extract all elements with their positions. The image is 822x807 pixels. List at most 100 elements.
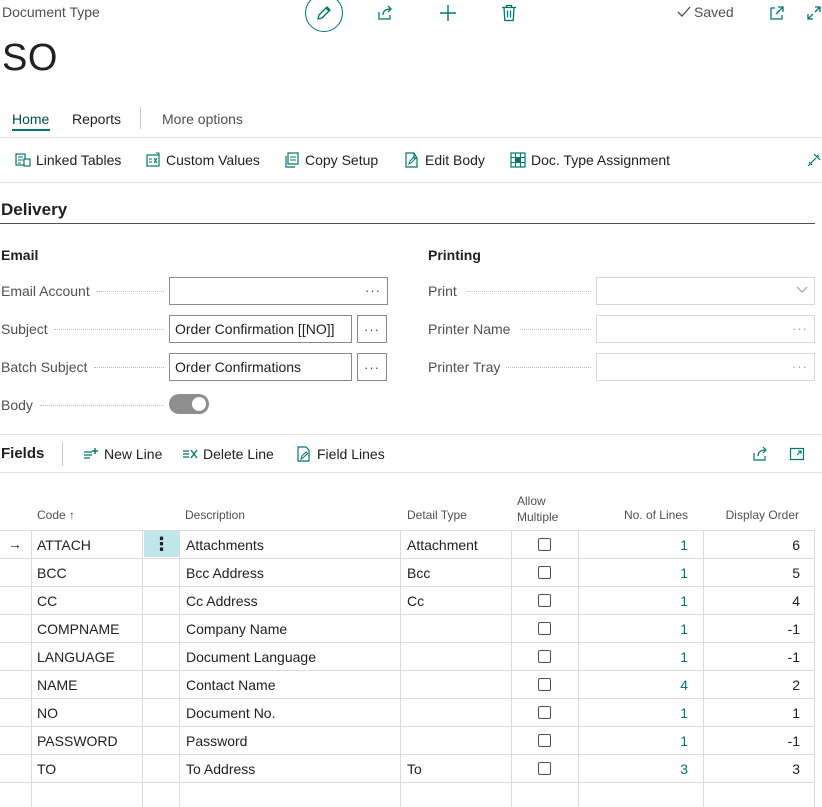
- column-header-code[interactable]: Code ↑: [37, 507, 75, 523]
- table-cell-display-order[interactable]: 1: [700, 705, 800, 721]
- table-cell-description[interactable]: Cc Address: [186, 593, 258, 609]
- body-toggle[interactable]: [169, 394, 209, 414]
- open-new-window-button[interactable]: [767, 3, 787, 23]
- fields-expand-button[interactable]: [789, 446, 805, 462]
- edit-body-button[interactable]: Edit Body: [404, 152, 485, 168]
- table-cell-code[interactable]: ATTACH: [37, 537, 91, 553]
- allow-multiple-checkbox[interactable]: [538, 762, 551, 775]
- custom-values-icon: [145, 152, 161, 168]
- table-cell-display-order[interactable]: 3: [700, 761, 800, 777]
- table-cell-description[interactable]: Document No.: [186, 705, 275, 721]
- batch-subject-field[interactable]: Order Confirmations: [169, 353, 352, 381]
- share-button[interactable]: [375, 3, 395, 23]
- personalize-button[interactable]: [806, 152, 822, 168]
- table-cell-display-order[interactable]: -1: [700, 621, 800, 637]
- column-header-detail-type[interactable]: Detail Type: [407, 507, 467, 523]
- section-title-delivery[interactable]: Delivery: [1, 200, 67, 220]
- subject-assist-button[interactable]: ···: [357, 315, 387, 343]
- printer-tray-field[interactable]: ···: [596, 353, 815, 381]
- table-cell-no-of-lines[interactable]: 1: [580, 537, 688, 553]
- table-cell-display-order[interactable]: -1: [700, 649, 800, 665]
- print-select[interactable]: [596, 277, 815, 305]
- add-button[interactable]: [438, 3, 458, 23]
- table-cell-detail-type[interactable]: Bcc: [407, 565, 430, 581]
- allow-multiple-checkbox[interactable]: [538, 650, 551, 663]
- column-header-display-order[interactable]: Display Order: [700, 507, 799, 523]
- table-cell-description[interactable]: Company Name: [186, 621, 287, 637]
- expand-button[interactable]: [804, 3, 822, 23]
- table-cell-code[interactable]: LANGUAGE: [37, 649, 115, 665]
- email-account-lookup-icon[interactable]: ···: [365, 278, 381, 304]
- table-cell-no-of-lines[interactable]: 1: [580, 565, 688, 581]
- table-cell-description[interactable]: Document Language: [186, 649, 316, 665]
- table-cell-no-of-lines[interactable]: 1: [580, 705, 688, 721]
- table-cell-display-order[interactable]: 4: [700, 593, 800, 609]
- delete-button[interactable]: [499, 3, 519, 23]
- column-header-no-of-lines[interactable]: No. of Lines: [580, 507, 688, 523]
- table-cell-no-of-lines[interactable]: 3: [580, 761, 688, 777]
- page-title: SO: [2, 37, 58, 79]
- table-cell-display-order[interactable]: 6: [700, 537, 800, 553]
- email-account-field[interactable]: ···: [169, 277, 388, 305]
- allow-multiple-checkbox[interactable]: [538, 566, 551, 579]
- allow-multiple-checkbox[interactable]: [538, 538, 551, 551]
- fields-share-button[interactable]: [752, 446, 769, 462]
- row-actions-menu[interactable]: ⋮: [144, 531, 179, 557]
- email-account-label: Email Account: [1, 283, 90, 299]
- field-lines-button[interactable]: Field Lines: [296, 446, 385, 462]
- new-line-button[interactable]: New Line: [83, 446, 162, 462]
- doc-type-assignment-button[interactable]: Doc. Type Assignment: [510, 152, 670, 168]
- table-cell-description[interactable]: Attachments: [186, 537, 264, 553]
- column-header-allow-multiple[interactable]: Allow Multiple: [517, 493, 558, 525]
- table-cell-display-order[interactable]: 2: [700, 677, 800, 693]
- table-cell-display-order[interactable]: -1: [700, 733, 800, 749]
- allow-multiple-checkbox[interactable]: [538, 594, 551, 607]
- printer-tray-lookup-icon[interactable]: ···: [792, 354, 808, 380]
- linked-tables-button[interactable]: Linked Tables: [15, 152, 121, 168]
- table-cell-description[interactable]: Contact Name: [186, 677, 275, 693]
- table-cell-no-of-lines[interactable]: 1: [580, 593, 688, 609]
- table-cell-no-of-lines[interactable]: 4: [580, 677, 688, 693]
- table-cell-description[interactable]: To Address: [186, 761, 255, 777]
- table-cell-code[interactable]: BCC: [37, 565, 67, 581]
- allow-multiple-checkbox[interactable]: [538, 734, 551, 747]
- tab-reports[interactable]: Reports: [72, 111, 121, 127]
- tab-more-options[interactable]: More options: [162, 111, 243, 127]
- table-cell-description[interactable]: Password: [186, 733, 247, 749]
- chevron-down-icon: [796, 286, 808, 294]
- allow-multiple-checkbox[interactable]: [538, 678, 551, 691]
- delete-line-button[interactable]: Delete Line: [182, 446, 274, 462]
- subject-field[interactable]: Order Confirmation [[NO]]: [169, 315, 352, 343]
- expand-icon: [789, 446, 805, 462]
- table-cell-code[interactable]: NAME: [37, 677, 77, 693]
- table-cell-no-of-lines[interactable]: 1: [580, 649, 688, 665]
- tab-home[interactable]: Home: [12, 111, 49, 127]
- current-row-indicator: →: [8, 536, 22, 552]
- table-cell-detail-type[interactable]: Cc: [407, 593, 424, 609]
- printer-name-field[interactable]: ···: [596, 315, 815, 343]
- printer-name-lookup-icon[interactable]: ···: [792, 316, 808, 342]
- table-cell-no-of-lines[interactable]: 1: [580, 733, 688, 749]
- table-cell-no-of-lines[interactable]: 1: [580, 621, 688, 637]
- copy-setup-button[interactable]: Copy Setup: [284, 152, 378, 168]
- table-cell-code[interactable]: TO: [37, 761, 56, 777]
- custom-values-label: Custom Values: [166, 152, 260, 168]
- edit-button[interactable]: [305, 0, 343, 32]
- fields-title[interactable]: Fields: [1, 445, 44, 462]
- table-cell-code[interactable]: CC: [37, 593, 57, 609]
- table-cell-description[interactable]: Bcc Address: [186, 565, 264, 581]
- custom-values-button[interactable]: Custom Values: [145, 152, 260, 168]
- linked-tables-icon: [15, 152, 31, 168]
- table-cell-detail-type[interactable]: To: [407, 761, 422, 777]
- table-cell-code[interactable]: COMPNAME: [37, 621, 119, 637]
- column-header-description[interactable]: Description: [185, 507, 245, 523]
- table-cell-code[interactable]: PASSWORD: [37, 733, 118, 749]
- table-cell-display-order[interactable]: 5: [700, 565, 800, 581]
- allow-multiple-checkbox[interactable]: [538, 622, 551, 635]
- table-cell-code[interactable]: NO: [37, 705, 58, 721]
- table-cell-detail-type[interactable]: Attachment: [407, 537, 478, 553]
- printer-name-label: Printer Name: [428, 321, 511, 337]
- batch-subject-assist-button[interactable]: ···: [357, 353, 387, 381]
- allow-multiple-checkbox[interactable]: [538, 706, 551, 719]
- field-leader-dots: [506, 367, 591, 368]
